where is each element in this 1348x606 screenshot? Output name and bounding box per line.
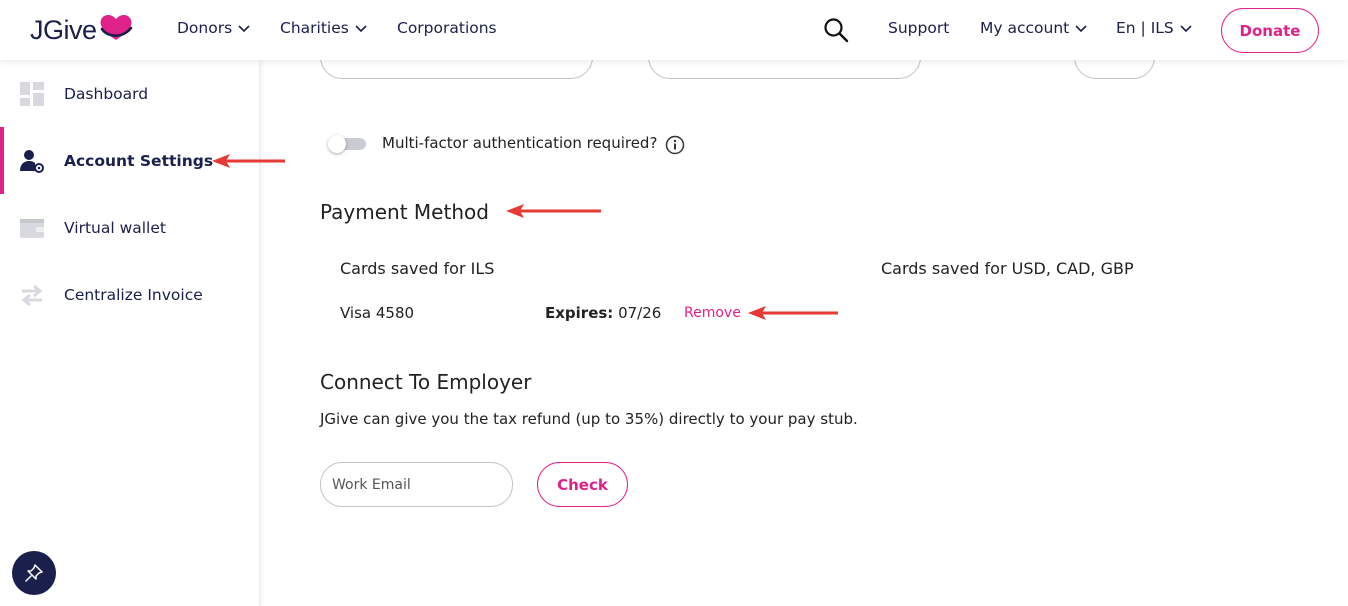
jgive-logo[interactable]: JGive xyxy=(30,14,134,46)
card-expiry: Expires: 07/26 xyxy=(545,304,661,322)
nav-corporations[interactable]: Corporations xyxy=(397,19,497,37)
annotation-arrow xyxy=(212,154,285,168)
sidebar-item-label: Dashboard xyxy=(64,84,149,103)
nav-support[interactable]: Support xyxy=(888,19,949,37)
nav-my-account-label: My account xyxy=(980,19,1070,37)
nav-donors[interactable]: Donors xyxy=(177,19,250,37)
nav-donors-label: Donors xyxy=(177,19,233,37)
employer-description: JGive can give you the tax refund (up to… xyxy=(320,410,858,428)
sidebar-item-label: Account Settings xyxy=(64,151,214,170)
annotation-arrow xyxy=(748,306,838,320)
donate-button[interactable]: Donate xyxy=(1221,8,1319,53)
chevron-down-icon xyxy=(355,24,367,32)
nav-my-account[interactable]: My account xyxy=(980,19,1087,37)
language-currency-label: En | ILS xyxy=(1116,19,1174,37)
mfa-toggle[interactable] xyxy=(328,135,368,153)
language-currency-selector[interactable]: En | ILS xyxy=(1116,19,1192,37)
sidebar-item-dashboard[interactable]: Dashboard xyxy=(0,60,260,127)
chevron-down-icon xyxy=(1180,24,1192,32)
connect-employer-title: Connect To Employer xyxy=(320,370,532,394)
nav-charities[interactable]: Charities xyxy=(280,19,367,37)
nav-support-label: Support xyxy=(888,19,950,37)
mfa-label: Multi-factor authentication required? xyxy=(382,134,658,152)
search-icon[interactable] xyxy=(823,17,849,43)
transfer-arrows-icon xyxy=(21,284,43,306)
expires-value: 07/26 xyxy=(618,304,662,322)
cards-ils-title: Cards saved for ILS xyxy=(340,259,495,278)
chevron-down-icon xyxy=(1075,24,1087,32)
work-email-input[interactable] xyxy=(320,462,513,507)
dashboard-icon xyxy=(20,81,44,106)
sidebar: Dashboard Account Settings Virtual walle… xyxy=(0,60,260,606)
sidebar-item-label: Virtual wallet xyxy=(64,218,166,237)
sidebar-item-label: Centralize Invoice xyxy=(64,285,203,304)
annotation-arrow xyxy=(506,204,601,218)
sidebar-item-centralize-invoice[interactable]: Centralize Invoice xyxy=(0,261,260,328)
check-button[interactable]: Check xyxy=(537,462,628,507)
toggle-knob xyxy=(328,135,346,153)
info-icon[interactable] xyxy=(665,135,685,155)
user-settings-icon xyxy=(20,149,44,173)
pin-icon xyxy=(25,564,43,582)
payment-method-title: Payment Method xyxy=(320,200,489,224)
nav-corporations-label: Corporations xyxy=(397,19,497,37)
expires-label: Expires: xyxy=(545,304,614,322)
pin-sidebar-button[interactable] xyxy=(12,551,56,595)
heart-logo-icon xyxy=(100,14,132,40)
nav-charities-label: Charities xyxy=(280,19,349,37)
card-name: Visa 4580 xyxy=(340,304,415,322)
remove-card-link[interactable]: Remove xyxy=(684,305,741,321)
sidebar-item-virtual-wallet[interactable]: Virtual wallet xyxy=(0,194,260,261)
wallet-icon xyxy=(20,218,44,238)
chevron-down-icon xyxy=(238,24,250,32)
top-header: JGive Donors Charities Corporations Supp… xyxy=(0,0,1348,60)
logo-text: JGive xyxy=(30,14,97,45)
cards-foreign-title: Cards saved for USD, CAD, GBP xyxy=(881,259,1134,278)
